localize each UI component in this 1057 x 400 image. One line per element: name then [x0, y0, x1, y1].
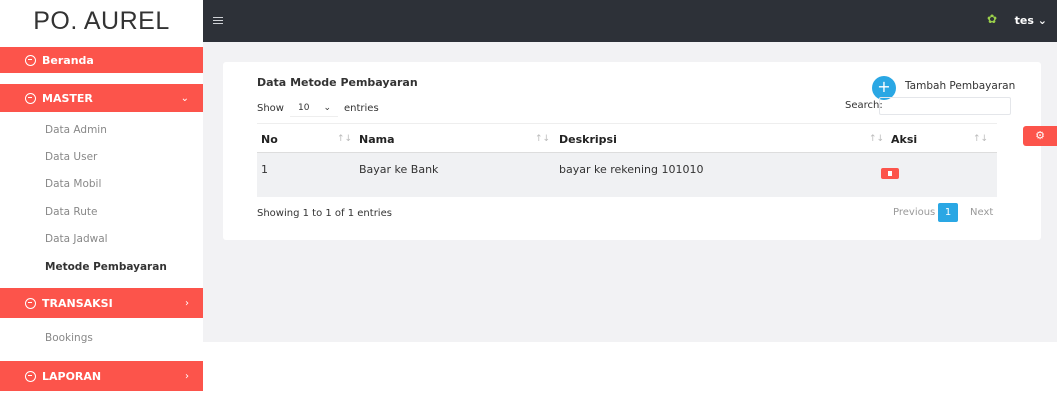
sidebar-item-transaksi[interactable]: TRANSAKSI › — [0, 288, 203, 318]
cell-no: 1 — [261, 163, 268, 176]
delete-button[interactable] — [881, 168, 899, 179]
sidebar: PO. AUREL Beranda MASTER ⌄ Data Admin Da… — [0, 0, 203, 400]
sort-icon: ↑↓ — [535, 134, 551, 144]
sidebar-item-bookings[interactable]: Bookings — [45, 332, 93, 344]
sidebar-item-label: LAPORAN — [42, 369, 102, 383]
dashboard-icon — [25, 297, 36, 309]
next-page-button[interactable]: Next — [970, 207, 993, 218]
column-header-deskripsi[interactable]: Deskripsi — [559, 133, 617, 146]
user-menu[interactable]: tes ⌄ — [1015, 14, 1047, 27]
dashboard-icon — [25, 54, 36, 66]
chevron-down-icon: ⌄ — [180, 92, 189, 104]
sidebar-item-data-user[interactable]: Data User — [45, 151, 97, 163]
plus-icon: + — [877, 77, 891, 96]
add-payment-label[interactable]: Tambah Pembayaran — [905, 80, 1015, 92]
user-avatar-icon[interactable]: ✿ — [987, 12, 1001, 26]
previous-page-button[interactable]: Previous — [893, 207, 935, 218]
table-header: No ↑↓ Nama ↑↓ Deskripsi ↑↓ Aksi ↑↓ — [257, 123, 997, 153]
settings-toggle[interactable]: ⚙ — [1023, 126, 1057, 146]
entries-select-value: 10 — [297, 102, 310, 113]
dashboard-icon — [25, 370, 36, 382]
table-info: Showing 1 to 1 of 1 entries — [257, 208, 392, 219]
column-header-no[interactable]: No — [261, 133, 278, 146]
sort-asc-icon: ↑↓ — [337, 134, 353, 144]
card-title: Data Metode Pembayaran — [257, 76, 418, 89]
sidebar-item-data-rute[interactable]: Data Rute — [45, 206, 97, 218]
sidebar-item-data-admin[interactable]: Data Admin — [45, 124, 107, 136]
sidebar-item-data-mobil[interactable]: Data Mobil — [45, 178, 101, 190]
entries-length-control: Show 10 ⌄ entries — [257, 99, 379, 117]
table-row: 1 Bayar ke Bank bayar ke rekening 101010 — [257, 153, 997, 197]
show-label: Show — [257, 102, 284, 114]
gear-icon: ⚙ — [1035, 129, 1045, 142]
sidebar-item-master[interactable]: MASTER ⌄ — [0, 84, 203, 112]
cell-nama: Bayar ke Bank — [359, 163, 439, 176]
chevron-right-icon: › — [185, 297, 189, 309]
brand-logo: PO. AUREL — [33, 6, 170, 35]
sidebar-item-data-jadwal[interactable]: Data Jadwal — [45, 233, 108, 245]
username-label: tes — [1014, 14, 1034, 27]
column-header-nama[interactable]: Nama — [359, 133, 395, 146]
search-input[interactable] — [879, 97, 1011, 115]
search-label: Search: — [845, 100, 883, 111]
payment-methods-card: Data Metode Pembayaran + Tambah Pembayar… — [223, 62, 1041, 240]
top-navbar: ✿ tes ⌄ — [203, 0, 1057, 42]
cell-deskripsi: bayar ke rekening 101010 — [559, 163, 704, 176]
sidebar-item-beranda[interactable]: Beranda — [0, 47, 203, 73]
sidebar-item-label: MASTER — [42, 91, 93, 105]
entries-label: entries — [343, 102, 379, 114]
chevron-right-icon: › — [185, 370, 189, 382]
sort-icon: ↑↓ — [973, 134, 989, 144]
dashboard-icon — [25, 92, 36, 104]
sidebar-item-laporan[interactable]: LAPORAN › — [0, 361, 203, 391]
hamburger-menu-icon[interactable] — [213, 17, 223, 24]
chevron-down-icon: ⌄ — [1037, 14, 1047, 27]
entries-select[interactable]: 10 ⌄ — [289, 99, 338, 117]
page-1-button[interactable]: 1 — [938, 203, 958, 222]
column-header-aksi[interactable]: Aksi — [891, 133, 917, 146]
sort-icon: ↑↓ — [869, 134, 885, 144]
sidebar-item-label: TRANSAKSI — [42, 296, 113, 310]
chevron-down-icon: ⌄ — [323, 102, 331, 113]
sidebar-item-metode-pembayaran[interactable]: Metode Pembayaran — [45, 261, 167, 273]
sidebar-item-label: Beranda — [42, 53, 94, 67]
